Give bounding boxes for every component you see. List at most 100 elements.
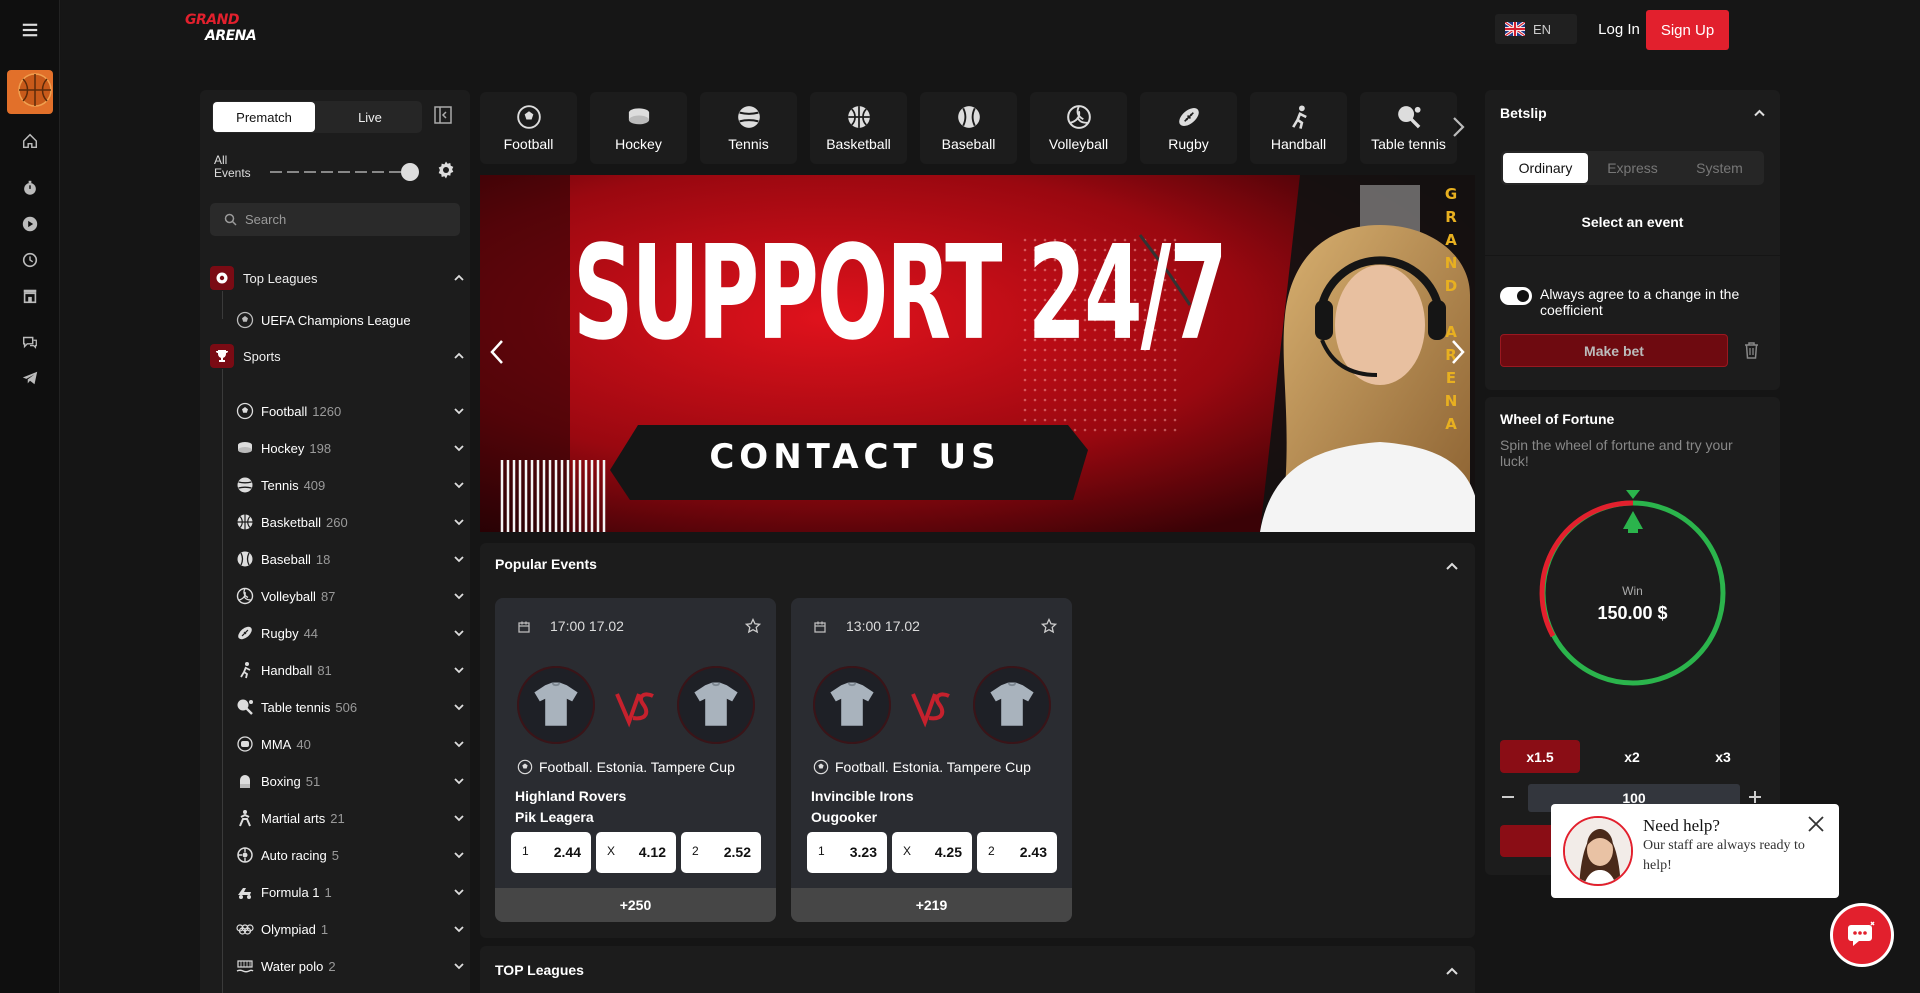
versus-icon [615, 692, 654, 728]
time-filter-slider[interactable] [270, 163, 420, 181]
odds-button[interactable]: 1 2.44 [511, 832, 591, 873]
sport-item-volleyball[interactable]: Volleyball 87 [236, 583, 465, 609]
sport-tab-hockey[interactable]: Hockey [590, 92, 687, 164]
football-icon [517, 759, 533, 775]
sports-sidebar: Prematch Live All Events Search Top Leag… [200, 90, 470, 993]
make-bet-button[interactable]: Make bet [1500, 334, 1728, 367]
sport-item-handball[interactable]: Handball 81 [236, 657, 465, 683]
betslip-title: Betslip [1500, 105, 1547, 121]
trash-icon[interactable] [1743, 341, 1760, 360]
sport-item-boxing[interactable]: Boxing 51 [236, 768, 465, 794]
chevron-up-icon[interactable] [1753, 107, 1766, 120]
promo-banner[interactable]: SUPPORT 24/7 CONTACT US GRAND ARENA [480, 175, 1475, 532]
star-icon[interactable] [1041, 618, 1057, 634]
menu-icon[interactable] [9, 15, 51, 45]
sport-tab-volleyball[interactable]: Volleyball [1030, 92, 1127, 164]
sport-tab-football[interactable]: Football [480, 92, 577, 164]
gear-icon[interactable] [436, 160, 456, 180]
odds-button[interactable]: 2 2.43 [977, 832, 1057, 873]
trophy-icon [210, 344, 234, 368]
chevron-up-icon[interactable] [1445, 965, 1459, 979]
multiplier-x2[interactable]: x2 [1592, 740, 1672, 773]
more-markets-button[interactable]: +219 [791, 888, 1072, 922]
tab-system[interactable]: System [1677, 153, 1762, 183]
store-icon[interactable] [9, 281, 51, 311]
chevron-up-icon[interactable] [1445, 560, 1459, 574]
odds-button[interactable]: X 4.12 [596, 832, 676, 873]
close-icon[interactable] [1806, 814, 1826, 834]
language-code: EN [1533, 21, 1552, 37]
sport-tab-table-tennis[interactable]: Table tennis [1360, 92, 1457, 164]
tab-ordinary[interactable]: Ordinary [1503, 153, 1588, 183]
banner-next-arrow[interactable] [1445, 335, 1469, 369]
sport-item-rugby[interactable]: Rugby 44 [236, 620, 465, 646]
banner-cta: CONTACT US [709, 437, 1001, 477]
odds-button[interactable]: 1 3.23 [807, 832, 887, 873]
event-card[interactable]: 17:00 17.02 Football. Estonia. Tampere Cu… [495, 598, 776, 922]
minus-icon[interactable] [1500, 789, 1516, 805]
top-leagues-header[interactable]: Top Leagues [210, 265, 465, 291]
search-placeholder: Search [245, 212, 287, 227]
sport-item-auto-racing[interactable]: Auto racing 5 [236, 842, 465, 868]
star-icon[interactable] [745, 618, 761, 634]
banner-prev-arrow[interactable] [486, 335, 510, 369]
sport-tab-rugby[interactable]: Rugby [1140, 92, 1237, 164]
auto-racing-icon [236, 846, 254, 864]
sport-item-table-tennis[interactable]: Table tennis 506 [236, 694, 465, 720]
sport-item-martial-arts[interactable]: Martial arts 21 [236, 805, 465, 831]
sport-item-label: Boxing [261, 773, 301, 789]
history-icon[interactable] [9, 245, 51, 275]
sport-tab-basketball[interactable]: Basketball [810, 92, 907, 164]
plus-icon[interactable] [1747, 789, 1763, 805]
home-icon[interactable] [9, 126, 51, 156]
tab-express[interactable]: Express [1590, 153, 1675, 183]
chat-icon[interactable] [9, 327, 51, 357]
more-markets-button[interactable]: +250 [495, 888, 776, 922]
agree-coefficient-toggle[interactable] [1500, 287, 1532, 305]
search-input[interactable]: Search [210, 203, 460, 236]
sport-item-basketball[interactable]: Basketball 260 [236, 509, 465, 535]
odds-button[interactable]: 2 2.52 [681, 832, 761, 873]
help-text: Our staff are always ready to help! [1643, 838, 1805, 873]
multiplier-x3[interactable]: x3 [1683, 740, 1763, 773]
sport-item-water-polo[interactable]: Water polo 2 [236, 953, 465, 979]
tab-live[interactable]: Live [319, 102, 421, 132]
sport-item-football[interactable]: Football 1260 [236, 398, 465, 424]
basketball-tile-icon[interactable] [7, 70, 53, 114]
play-icon[interactable] [9, 209, 51, 239]
sport-item-label: Formula 1 [261, 884, 320, 900]
search-icon [224, 213, 237, 226]
sport-item-baseball[interactable]: Baseball 18 [236, 546, 465, 572]
sport-item-formula-1[interactable]: Formula 11 [236, 879, 465, 905]
mma-icon [236, 735, 254, 753]
league-item-ucl[interactable]: UEFA Champions League [236, 307, 465, 333]
sport-tab-handball[interactable]: Handball [1250, 92, 1347, 164]
chevron-down-icon [454, 667, 464, 674]
help-title: Need help? [1643, 816, 1720, 835]
sport-item-mma[interactable]: MMA 40 [236, 731, 465, 757]
chevron-right-icon[interactable] [1446, 112, 1470, 142]
event-league-label: Football. Estonia. Tampere Cup [835, 759, 1031, 775]
wheel-title: Wheel of Fortune [1500, 411, 1615, 427]
sport-tab-tennis[interactable]: Tennis [700, 92, 797, 164]
site-logo[interactable]: GRAND ARENA [122, 12, 257, 48]
tab-prematch[interactable]: Prematch [213, 102, 315, 132]
sport-item-olympiad[interactable]: Olympiad 1 [236, 916, 465, 942]
signup-button[interactable]: Sign Up [1646, 10, 1729, 50]
stopwatch-icon[interactable] [9, 173, 51, 203]
logo-line2: ARENA [205, 28, 257, 44]
sport-item-tennis[interactable]: Tennis 409 [236, 472, 465, 498]
support-chat-button[interactable] [1830, 903, 1894, 967]
telegram-icon[interactable] [9, 363, 51, 393]
sport-item-hockey[interactable]: Hockey 198 [236, 435, 465, 461]
league-item-label: UEFA Champions League [261, 312, 411, 328]
collapse-sidebar-icon[interactable] [432, 104, 454, 126]
multiplier-x1.5[interactable]: x1.5 [1500, 740, 1580, 773]
event-card[interactable]: 13:00 17.02 Football. Estonia. Tampere Cu… [791, 598, 1072, 922]
language-selector[interactable]: EN [1495, 14, 1577, 44]
odds-key: 1 [818, 844, 825, 858]
sport-tab-label: Rugby [1168, 136, 1209, 152]
odds-button[interactable]: X 4.25 [892, 832, 972, 873]
sport-tab-baseball[interactable]: Baseball [920, 92, 1017, 164]
sports-header[interactable]: Sports [210, 343, 465, 369]
